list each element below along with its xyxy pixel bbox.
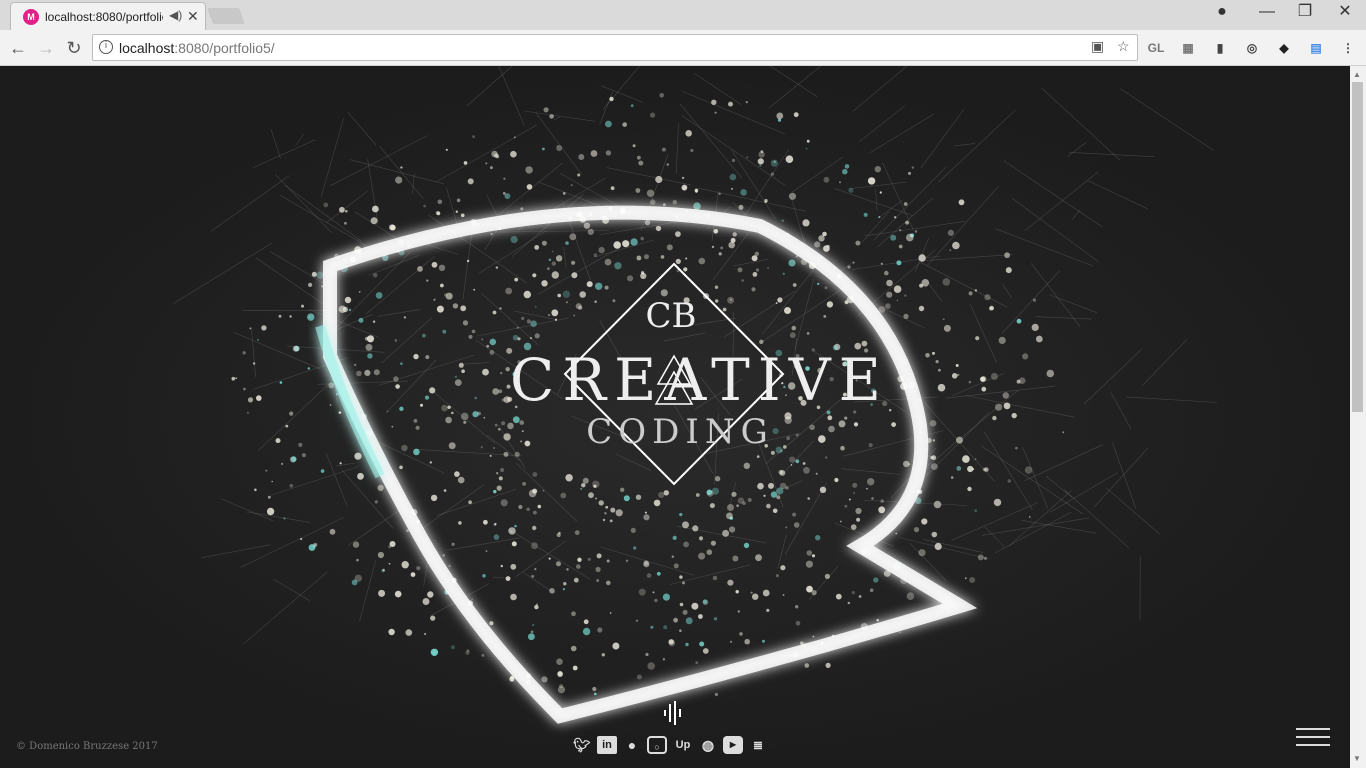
- minimize-button[interactable]: —: [1248, 0, 1286, 28]
- instagram-icon[interactable]: ○: [647, 736, 667, 754]
- toolbar: ← → ↻ i localhost:8080/portfolio5/ ▣ ☆ G…: [0, 30, 1366, 66]
- close-window-button[interactable]: ✕: [1326, 0, 1364, 28]
- stackoverflow-icon[interactable]: ≣: [748, 736, 768, 754]
- logo-monogram: CB: [645, 296, 697, 336]
- page-content: CB CREATIVE CODING © Domenico Bruzzese 2…: [0, 66, 1350, 768]
- linkedin-icon[interactable]: in: [597, 736, 617, 754]
- menu-button[interactable]: [1296, 728, 1330, 748]
- scroll-thumb[interactable]: [1352, 82, 1363, 412]
- menu-line-icon: [1296, 728, 1330, 730]
- audio-toggle-icon[interactable]: [662, 700, 684, 726]
- tab-title: localhost:8080/portfolio: [45, 10, 163, 24]
- forward-icon[interactable]: →: [34, 36, 58, 60]
- translate-icon[interactable]: ▣: [1091, 38, 1104, 55]
- menu-dots-icon[interactable]: ⋮: [1338, 38, 1358, 58]
- scroll-down-icon[interactable]: ▼: [1353, 754, 1361, 763]
- youtube-icon[interactable]: ▶: [723, 736, 743, 754]
- menu-line-icon: [1296, 736, 1330, 738]
- speaker-icon[interactable]: ◀): [169, 8, 182, 22]
- restore-button[interactable]: ❐: [1286, 0, 1324, 28]
- tab-strip: M localhost:8080/portfolio ◀) ✕ ● — ❐ ✕: [0, 0, 1366, 30]
- profile-icon[interactable]: ●: [1203, 0, 1241, 28]
- close-tab-icon[interactable]: ✕: [187, 8, 199, 25]
- menu-line-icon: [1296, 744, 1330, 746]
- back-icon[interactable]: ←: [6, 36, 30, 60]
- github-icon[interactable]: ●: [622, 736, 642, 754]
- extension-spiral-icon[interactable]: ◎: [1242, 38, 1262, 58]
- upwork-icon[interactable]: Up: [673, 736, 693, 754]
- logo-subtitle: CODING: [586, 412, 774, 452]
- extension-gl-icon[interactable]: GL: [1146, 38, 1166, 58]
- info-icon[interactable]: i: [99, 40, 113, 54]
- extension-panel-icon[interactable]: ▮: [1210, 38, 1230, 58]
- scrollbar[interactable]: ▲ ▼: [1350, 66, 1366, 768]
- twitter-icon[interactable]: 🐦︎: [572, 736, 592, 754]
- browser-chrome: M localhost:8080/portfolio ◀) ✕ ● — ❐ ✕ …: [0, 0, 1366, 66]
- extension-screen-icon[interactable]: ▦: [1178, 38, 1198, 58]
- tab-active[interactable]: M localhost:8080/portfolio ◀) ✕: [10, 2, 206, 30]
- extension-octocat-icon[interactable]: ◆: [1274, 38, 1294, 58]
- new-tab-button[interactable]: [207, 8, 245, 24]
- scroll-up-icon[interactable]: ▲: [1353, 70, 1361, 79]
- dribbble-icon[interactable]: ◍: [698, 736, 718, 754]
- star-icon[interactable]: ☆: [1117, 38, 1130, 55]
- reload-icon[interactable]: ↻: [62, 36, 86, 60]
- copyright-text: © Domenico Bruzzese 2017: [16, 741, 158, 752]
- url-text: localhost:8080/portfolio5/: [119, 40, 275, 56]
- logo-title: CREATIVE: [510, 346, 889, 414]
- favicon-icon: M: [23, 9, 39, 25]
- extension-document-icon[interactable]: ▤: [1306, 38, 1326, 58]
- address-bar[interactable]: i localhost:8080/portfolio5/ ▣ ☆: [92, 34, 1138, 61]
